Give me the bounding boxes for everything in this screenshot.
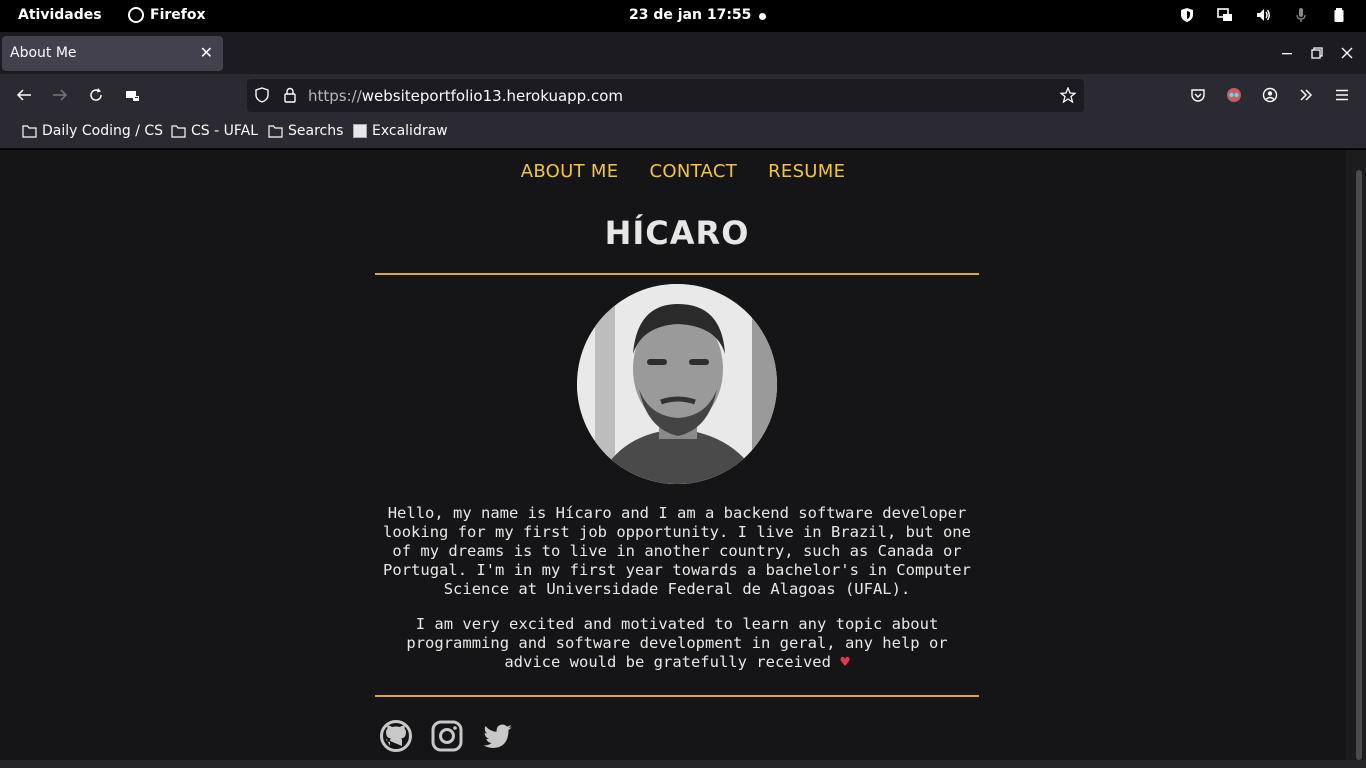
close-tab-icon[interactable]: ✕ xyxy=(200,43,213,62)
folder-icon xyxy=(22,125,37,138)
notification-dot xyxy=(759,13,766,20)
social-links xyxy=(380,720,514,752)
address-bar[interactable]: https://websiteportfolio13.herokuapp.com xyxy=(247,79,1084,112)
twitter-icon[interactable] xyxy=(482,720,514,752)
bio-paragraph-1: Hello, my name is Hícaro and I am a back… xyxy=(383,504,971,598)
forward-arrow-icon[interactable] xyxy=(48,83,72,107)
activities-button[interactable]: Atividades xyxy=(18,7,102,23)
minimize-icon[interactable] xyxy=(1272,32,1302,74)
bio-paragraph-2: I am very excited and motivated to learn… xyxy=(406,615,948,671)
app-name: Firefox xyxy=(150,7,206,23)
site-navigation: ABOUT ME CONTACT RESUME xyxy=(0,161,1366,182)
hamburger-menu-icon[interactable] xyxy=(1330,83,1354,107)
firefox-icon xyxy=(128,7,144,23)
page-title: HÍCARO xyxy=(604,214,750,252)
restore-icon[interactable] xyxy=(1302,32,1332,74)
overflow-chevron-icon[interactable] xyxy=(1294,83,1318,107)
bookmark-star-icon[interactable] xyxy=(1059,86,1077,104)
app-menu[interactable]: Firefox xyxy=(128,7,206,23)
instagram-icon[interactable] xyxy=(431,720,463,752)
tab-about-me[interactable]: About Me ✕ xyxy=(2,36,223,71)
scrollbar-thumb[interactable] xyxy=(1356,170,1362,760)
lock-icon[interactable] xyxy=(282,87,298,103)
tab-title: About Me xyxy=(10,45,77,61)
bookmarks-toolbar: Daily Coding / CS CS - UFAL Searchs Exca… xyxy=(0,116,1366,149)
extension-mask-icon[interactable] xyxy=(1222,83,1246,107)
volume-icon[interactable] xyxy=(1254,6,1272,24)
shield-icon[interactable] xyxy=(1178,6,1196,24)
nav-link-resume[interactable]: RESUME xyxy=(768,161,845,182)
back-arrow-icon[interactable] xyxy=(12,83,36,107)
battery-icon[interactable] xyxy=(1330,6,1348,24)
bookmark-folder-cs-ufal[interactable]: CS - UFAL xyxy=(171,123,258,139)
nav-link-about-me[interactable]: ABOUT ME xyxy=(521,161,619,182)
divider-bottom xyxy=(375,695,979,697)
folder-icon xyxy=(268,125,283,138)
close-window-icon[interactable] xyxy=(1332,32,1362,74)
divider-top xyxy=(375,273,979,275)
folder-icon xyxy=(171,125,186,138)
profile-photo xyxy=(577,284,777,484)
pocket-icon[interactable] xyxy=(1186,83,1210,107)
tracking-shield-icon[interactable] xyxy=(254,87,270,103)
bookmark-folder-daily-coding[interactable]: Daily Coding / CS xyxy=(22,123,163,139)
microphone-icon[interactable] xyxy=(1292,6,1310,24)
navigation-toolbar: https://websiteportfolio13.herokuapp.com xyxy=(0,74,1366,116)
system-top-bar: Atividades Firefox 23 de jan 17:55 xyxy=(0,0,1366,32)
screen-share-icon[interactable] xyxy=(1216,6,1234,24)
heart-icon: ♥ xyxy=(840,653,850,671)
window-bottom-edge xyxy=(0,760,1366,768)
github-icon[interactable] xyxy=(380,720,412,752)
account-icon[interactable] xyxy=(1258,83,1282,107)
url-text[interactable]: https://websiteportfolio13.herokuapp.com xyxy=(308,87,623,105)
nav-link-contact[interactable]: CONTACT xyxy=(650,161,737,182)
excalidraw-favicon-icon xyxy=(353,124,367,138)
bookmark-folder-searchs[interactable]: Searchs xyxy=(268,123,343,139)
bookmark-excalidraw[interactable]: Excalidraw xyxy=(353,123,448,139)
clock[interactable]: 23 de jan 17:55 xyxy=(629,7,751,23)
system-tray[interactable] xyxy=(1178,6,1348,24)
page-content: ABOUT ME CONTACT RESUME HÍCARO Hello, my… xyxy=(0,150,1366,768)
extension-puzzle-icon[interactable] xyxy=(120,83,144,107)
tab-strip: About Me ✕ xyxy=(0,32,1366,74)
reload-icon[interactable] xyxy=(84,83,108,107)
